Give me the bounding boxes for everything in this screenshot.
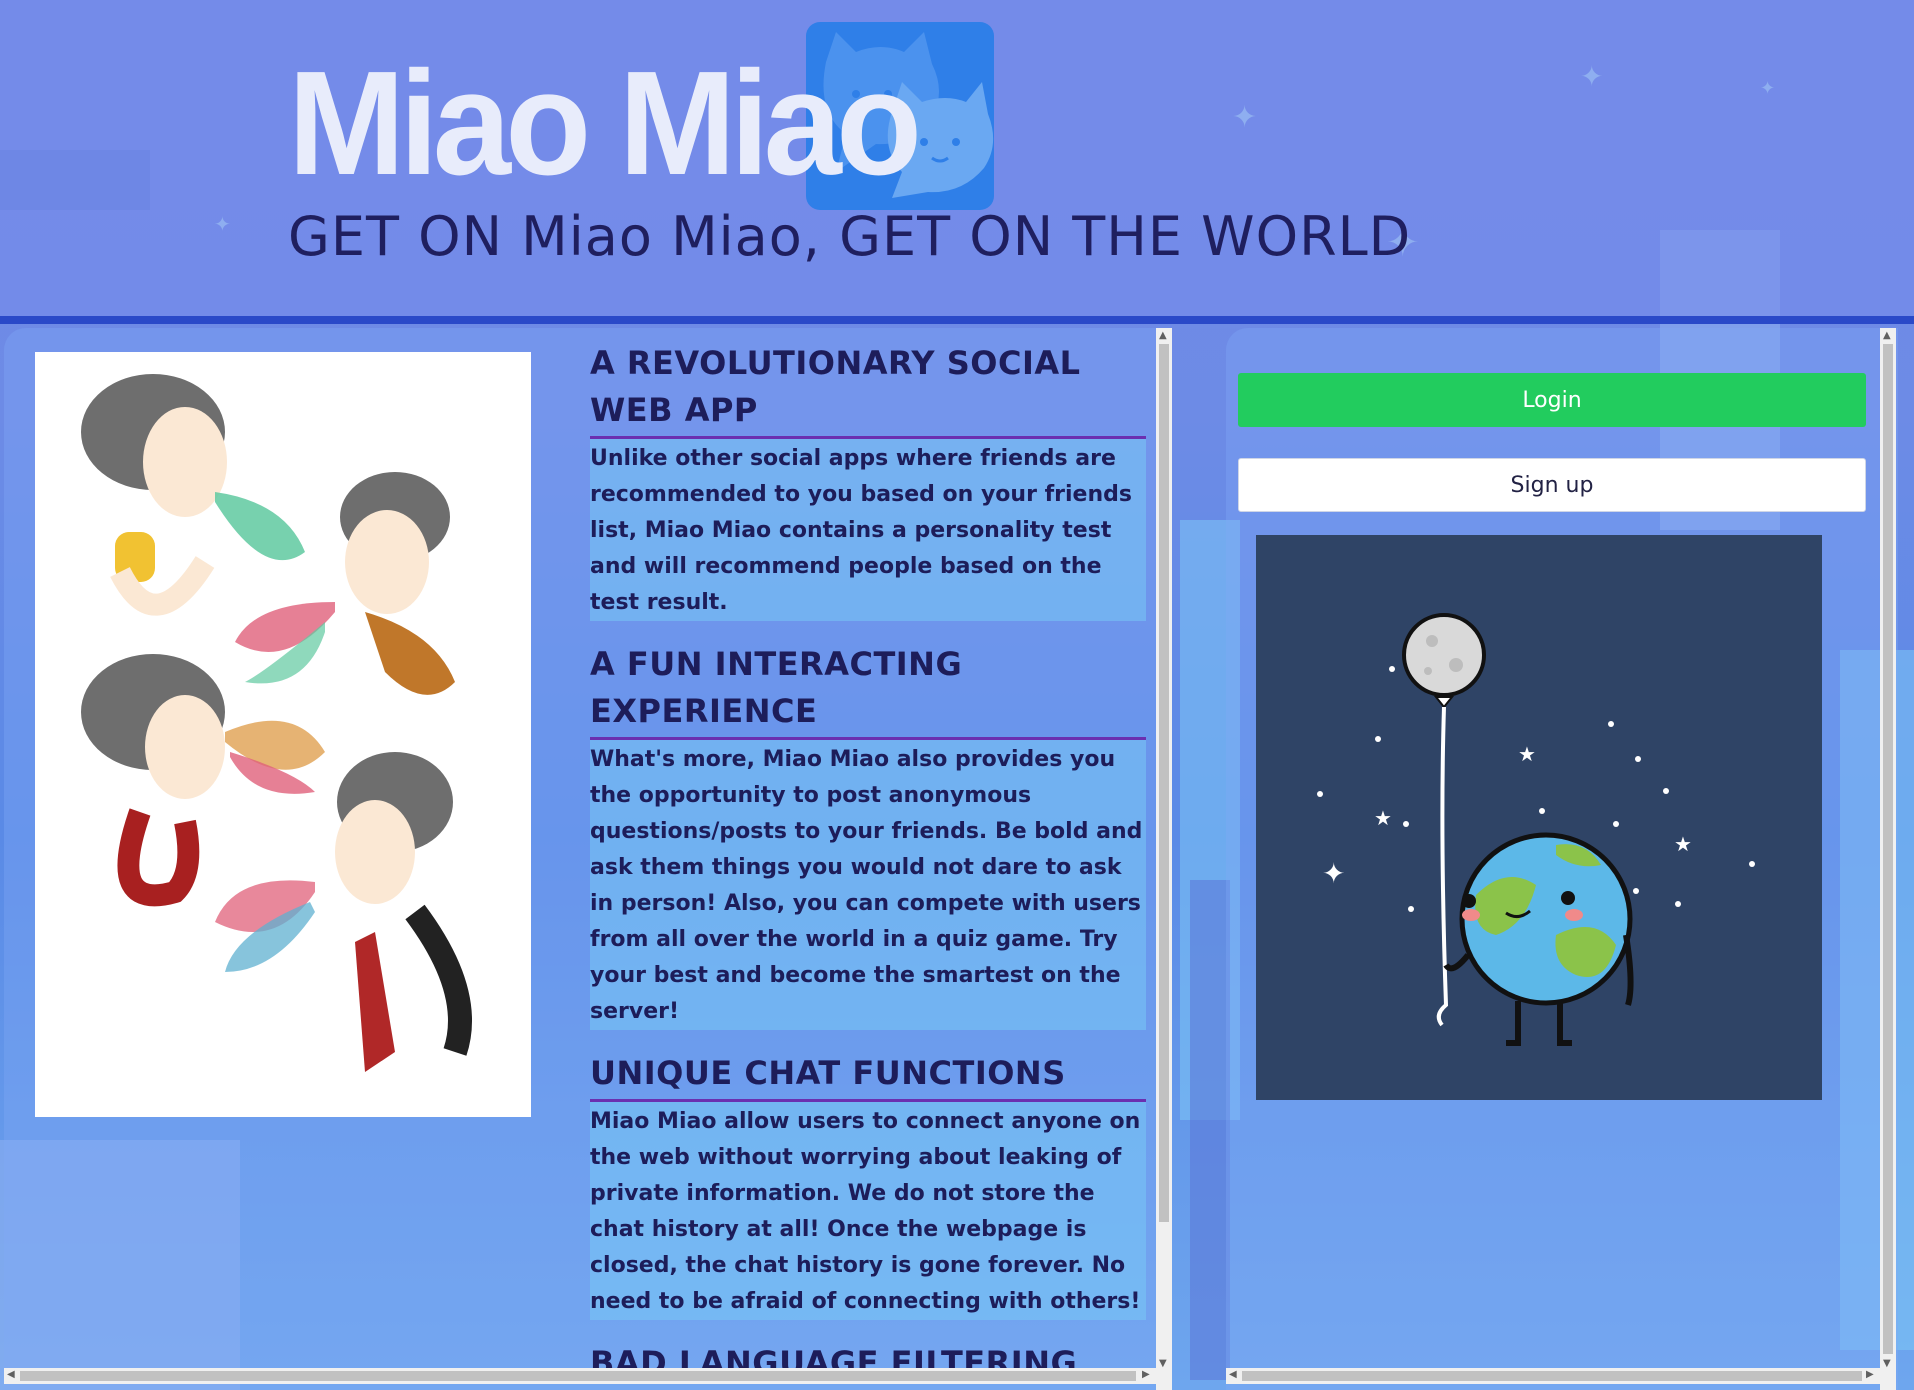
section-body: Miao Miao allow users to connect anyone … — [590, 1102, 1146, 1320]
scrollbar-thumb[interactable] — [1883, 344, 1893, 1354]
info-panel: A REVOLUTIONARY SOCIAL WEB APP Unlike ot… — [4, 328, 1172, 1390]
section-heading: UNIQUE CHAT FUNCTIONS — [590, 1050, 1146, 1102]
scroll-up-icon[interactable]: ▲ — [1883, 330, 1891, 341]
svg-text:★: ★ — [1674, 832, 1692, 856]
scroll-left-icon[interactable]: ◀ — [7, 1369, 15, 1380]
earth-moon-balloon-illustration: ★ ★ ★ ✦ — [1256, 535, 1822, 1100]
scroll-up-icon[interactable]: ▲ — [1159, 330, 1167, 341]
logo[interactable]: Miao Miao — [288, 22, 1008, 212]
auth-panel: Login Sign up ★ ★ ★ ✦ ▲ ▼ ◀ ▶ — [1226, 328, 1898, 1390]
logo-text: Miao Miao — [288, 41, 922, 206]
svg-text:✦: ✦ — [1322, 857, 1345, 890]
svg-text:★: ★ — [1374, 806, 1392, 830]
features-column: A REVOLUTIONARY SOCIAL WEB APP Unlike ot… — [590, 340, 1146, 1390]
scroll-down-icon[interactable]: ▼ — [1883, 1358, 1891, 1369]
horizontal-scrollbar[interactable]: ◀ ▶ — [1226, 1368, 1880, 1384]
signup-button[interactable]: Sign up — [1238, 458, 1866, 512]
scroll-down-icon[interactable]: ▼ — [1159, 1358, 1167, 1369]
vertical-scrollbar[interactable]: ▲ ▼ — [1880, 328, 1896, 1390]
svg-text:★: ★ — [1518, 742, 1536, 766]
login-button[interactable]: Login — [1238, 373, 1866, 427]
header-divider — [0, 316, 1914, 324]
section-body: Unlike other social apps where friends a… — [590, 439, 1146, 621]
feature-section: UNIQUE CHAT FUNCTIONS Miao Miao allow us… — [590, 1050, 1146, 1320]
scrollbar-thumb[interactable] — [1159, 344, 1169, 1222]
vertical-scrollbar[interactable]: ▲ ▼ — [1156, 328, 1172, 1390]
site-header: Miao Miao GET ON Miao Miao, GET ON THE W… — [0, 0, 1914, 318]
section-heading: A REVOLUTIONARY SOCIAL WEB APP — [590, 340, 1146, 439]
tagline: GET ON Miao Miao, GET ON THE WORLD — [288, 205, 1412, 268]
feature-section: A REVOLUTIONARY SOCIAL WEB APP Unlike ot… — [590, 340, 1146, 621]
scroll-right-icon[interactable]: ▶ — [1866, 1369, 1874, 1380]
scroll-right-icon[interactable]: ▶ — [1142, 1369, 1150, 1380]
section-body: What's more, Miao Miao also provides you… — [590, 740, 1146, 1030]
scrollbar-thumb[interactable] — [1242, 1371, 1862, 1381]
scrollbar-thumb[interactable] — [20, 1371, 1136, 1381]
people-talking-illustration — [35, 352, 531, 1117]
scroll-left-icon[interactable]: ◀ — [1229, 1369, 1237, 1380]
horizontal-scrollbar[interactable]: ◀ ▶ — [4, 1368, 1156, 1384]
feature-section: A FUN INTERACTING EXPERIENCE What's more… — [590, 641, 1146, 1030]
section-heading: A FUN INTERACTING EXPERIENCE — [590, 641, 1146, 740]
